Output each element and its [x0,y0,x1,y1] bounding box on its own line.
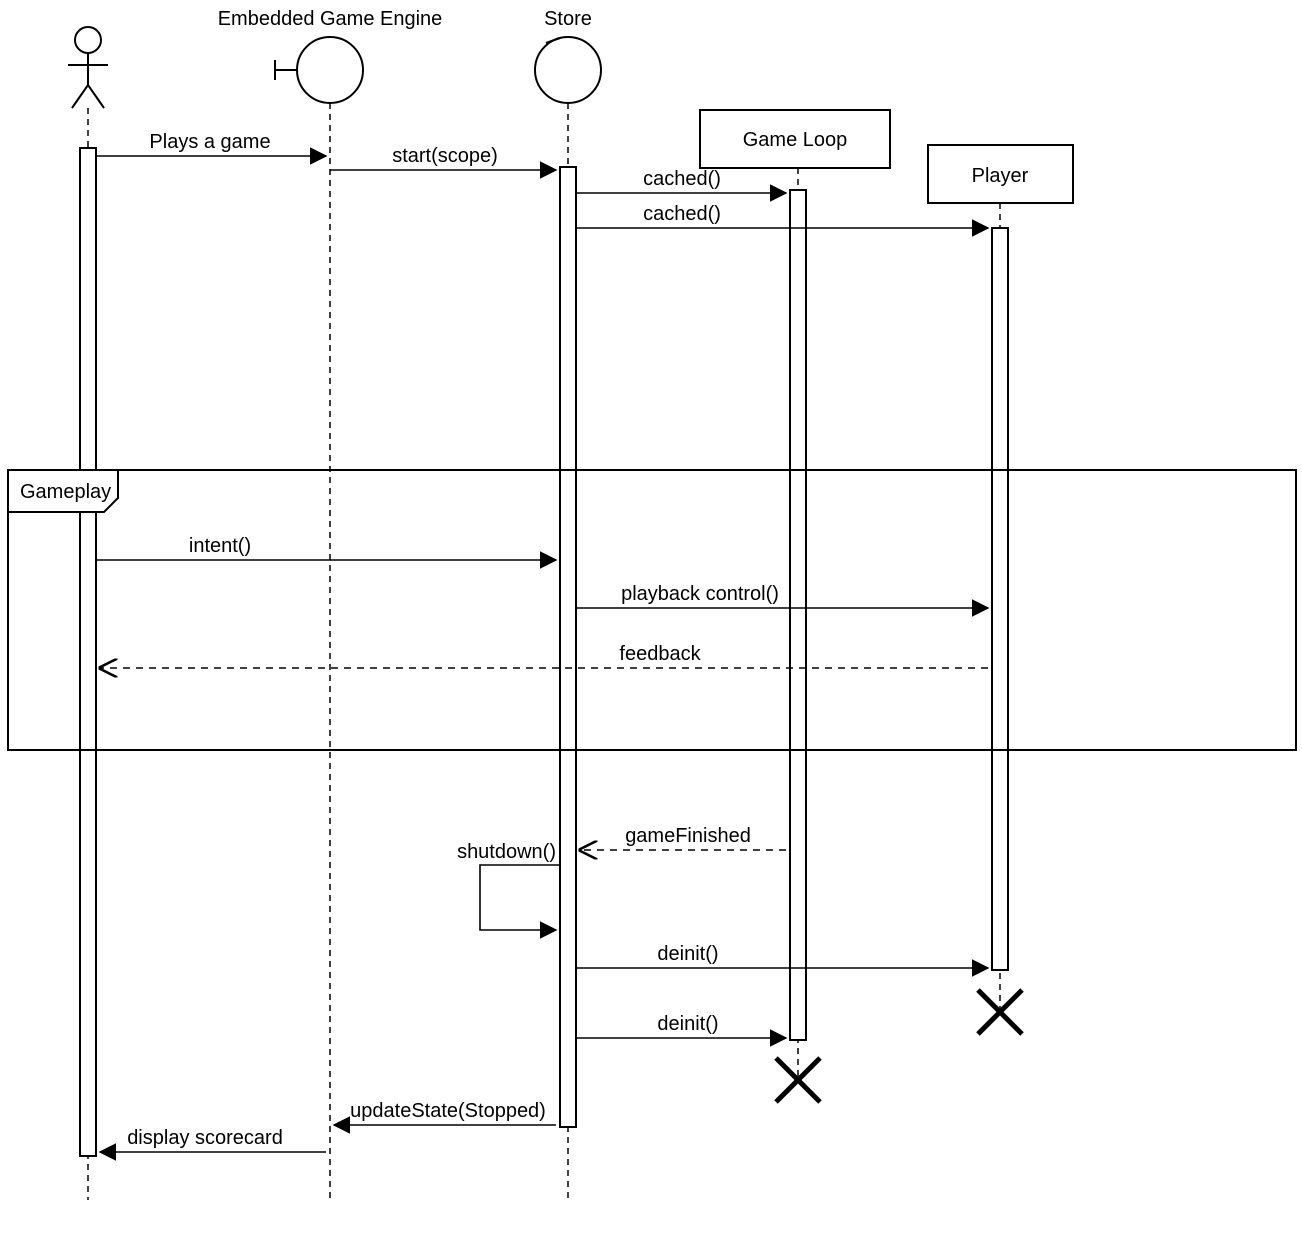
msg-game-finished: gameFinished [580,825,786,850]
msg-display-scorecard: display scorecard [100,1127,326,1152]
svg-text:cached(): cached() [643,168,721,190]
fragment-label: Gameplay [20,481,111,503]
msg-intent: intent() [96,535,556,560]
svg-text:Plays a game: Plays a game [149,131,270,153]
svg-text:shutdown(): shutdown() [457,841,556,863]
msg-deinit-gameloop: deinit() [576,1013,786,1038]
participant-gameloop: Game Loop [700,110,890,168]
svg-text:start(scope): start(scope) [392,145,498,167]
msg-cached-player: cached() [576,203,988,228]
svg-text:deinit(): deinit() [657,943,718,965]
msg-deinit-player: deinit() [576,943,988,968]
svg-text:intent(): intent() [189,535,251,557]
msg-update-state: updateState(Stopped) [334,1100,556,1125]
svg-text:updateState(Stopped): updateState(Stopped) [350,1100,546,1122]
msg-playback-control: playback control() [576,583,988,608]
svg-text:deinit(): deinit() [657,1013,718,1035]
msg-plays-a-game: Plays a game [96,131,326,156]
svg-text:playback control(): playback control() [621,583,779,605]
activations [80,148,1008,1156]
svg-text:gameFinished: gameFinished [625,825,751,847]
participant-store: Store [535,8,601,103]
engine-label: Embedded Game Engine [218,8,443,30]
fragment-gameplay: Gameplay [8,470,1296,750]
svg-text:display scorecard: display scorecard [127,1127,283,1149]
player-label: Player [972,165,1029,187]
msg-shutdown: shutdown() [457,841,560,930]
participant-player: Player [928,145,1073,203]
participant-actor [68,27,108,108]
svg-text:cached(): cached() [643,203,721,225]
participant-engine: Embedded Game Engine [218,8,443,103]
msg-start-scope: start(scope) [330,145,556,170]
msg-feedback: feedback [100,643,988,668]
svg-text:feedback: feedback [619,643,701,665]
gameloop-label: Game Loop [743,129,848,151]
lifelines [88,103,1000,1200]
msg-cached-gameloop: cached() [576,168,786,193]
store-label: Store [544,8,592,30]
